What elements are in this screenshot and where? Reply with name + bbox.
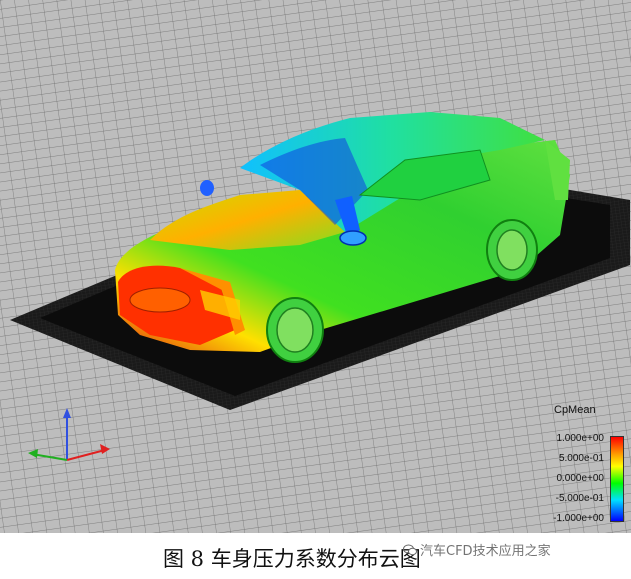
- figure-caption: 图 8 车身压力系数分布云图: [163, 547, 421, 571]
- legend-tick-4: -5.000e-01: [555, 493, 604, 504]
- legend-tick-min: -1.000e+00: [553, 513, 604, 524]
- watermark-text: 汽车CFD技术应用之家: [420, 544, 551, 559]
- legend-tick-zero: 0.000e+00: [556, 473, 604, 484]
- legend-color-bar: [610, 436, 624, 522]
- legend-tick-max: 1.000e+00: [556, 433, 604, 444]
- legend-tick-2: 5.000e-01: [558, 453, 604, 464]
- wechat-icon: [403, 544, 417, 556]
- legend-title: CpMean: [554, 404, 596, 416]
- colorbar-legend: CpMean 1.000e+00 5.000e-01 0.000e+00 -5.…: [520, 404, 628, 530]
